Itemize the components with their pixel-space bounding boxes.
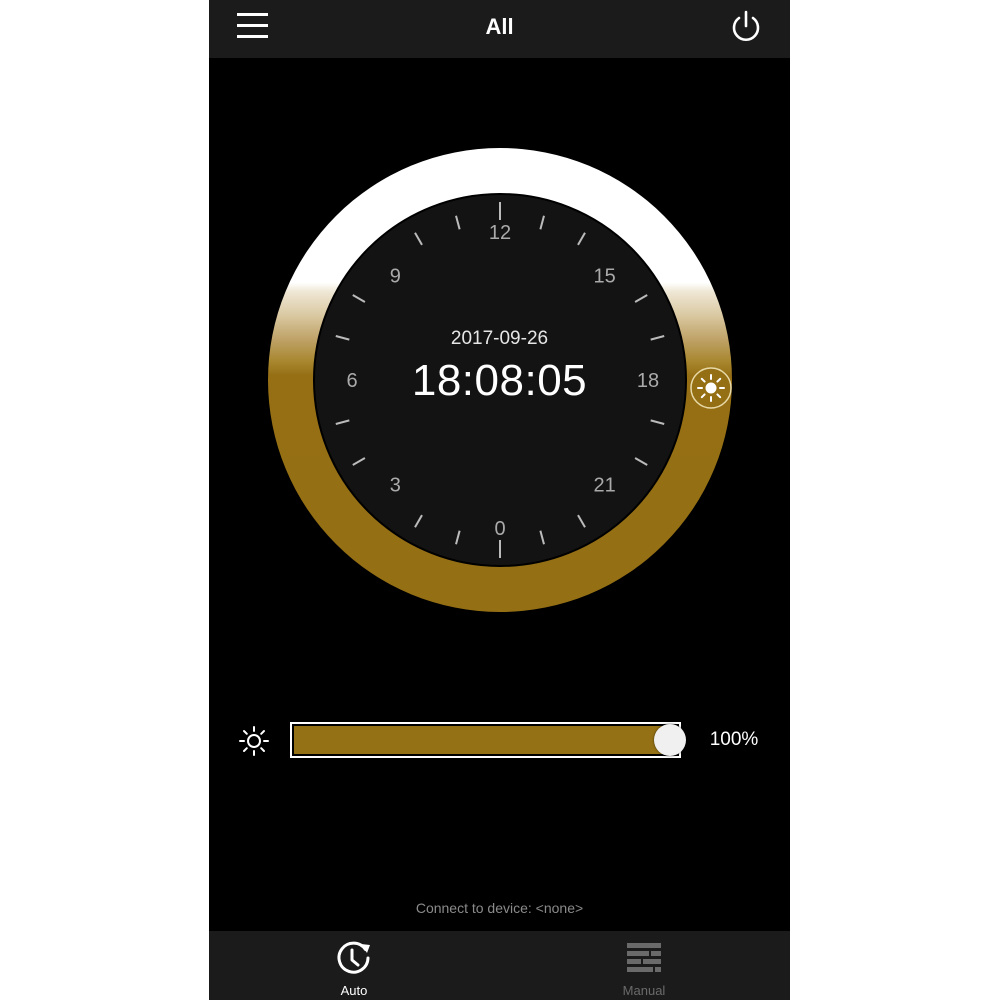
dial-hour-label: 0 — [494, 518, 505, 540]
tab-auto[interactable]: Auto — [209, 931, 499, 1000]
dial-hour-label: 12 — [489, 222, 511, 244]
clock-refresh-icon — [209, 939, 499, 977]
brightness-slider[interactable] — [290, 722, 686, 758]
dial-hour-label: 3 — [390, 475, 401, 497]
tab-auto-label: Auto — [340, 983, 368, 998]
dial-hour-label: 9 — [390, 265, 401, 287]
tab-bar: Auto Manual — [209, 931, 790, 1000]
tab-manual[interactable]: Manual — [499, 931, 789, 1000]
power-icon[interactable] — [728, 9, 764, 45]
brightness-slider-thumb[interactable] — [654, 724, 686, 756]
header-bar: All — [209, 0, 790, 58]
sliders-grid-icon — [499, 939, 789, 977]
brightness-control: 100% — [209, 718, 790, 764]
connection-status: Connect to device: <none> — [415, 900, 584, 916]
dial-hour-label: 21 — [594, 475, 616, 497]
dial-hour-label: 15 — [594, 265, 616, 287]
tab-manual-label: Manual — [622, 983, 666, 998]
app-screen: All 12 15 18 21 0 3 6 9 2017-09-26 18:08… — [209, 0, 790, 1000]
current-date: 2017-09-26 — [450, 328, 549, 349]
brightness-sun-icon — [236, 723, 272, 759]
current-time: 18:08:05 — [411, 356, 588, 405]
page-title: All — [485, 14, 514, 39]
brightness-value: 100% — [709, 729, 759, 750]
brightness-slider-fill — [294, 726, 671, 754]
